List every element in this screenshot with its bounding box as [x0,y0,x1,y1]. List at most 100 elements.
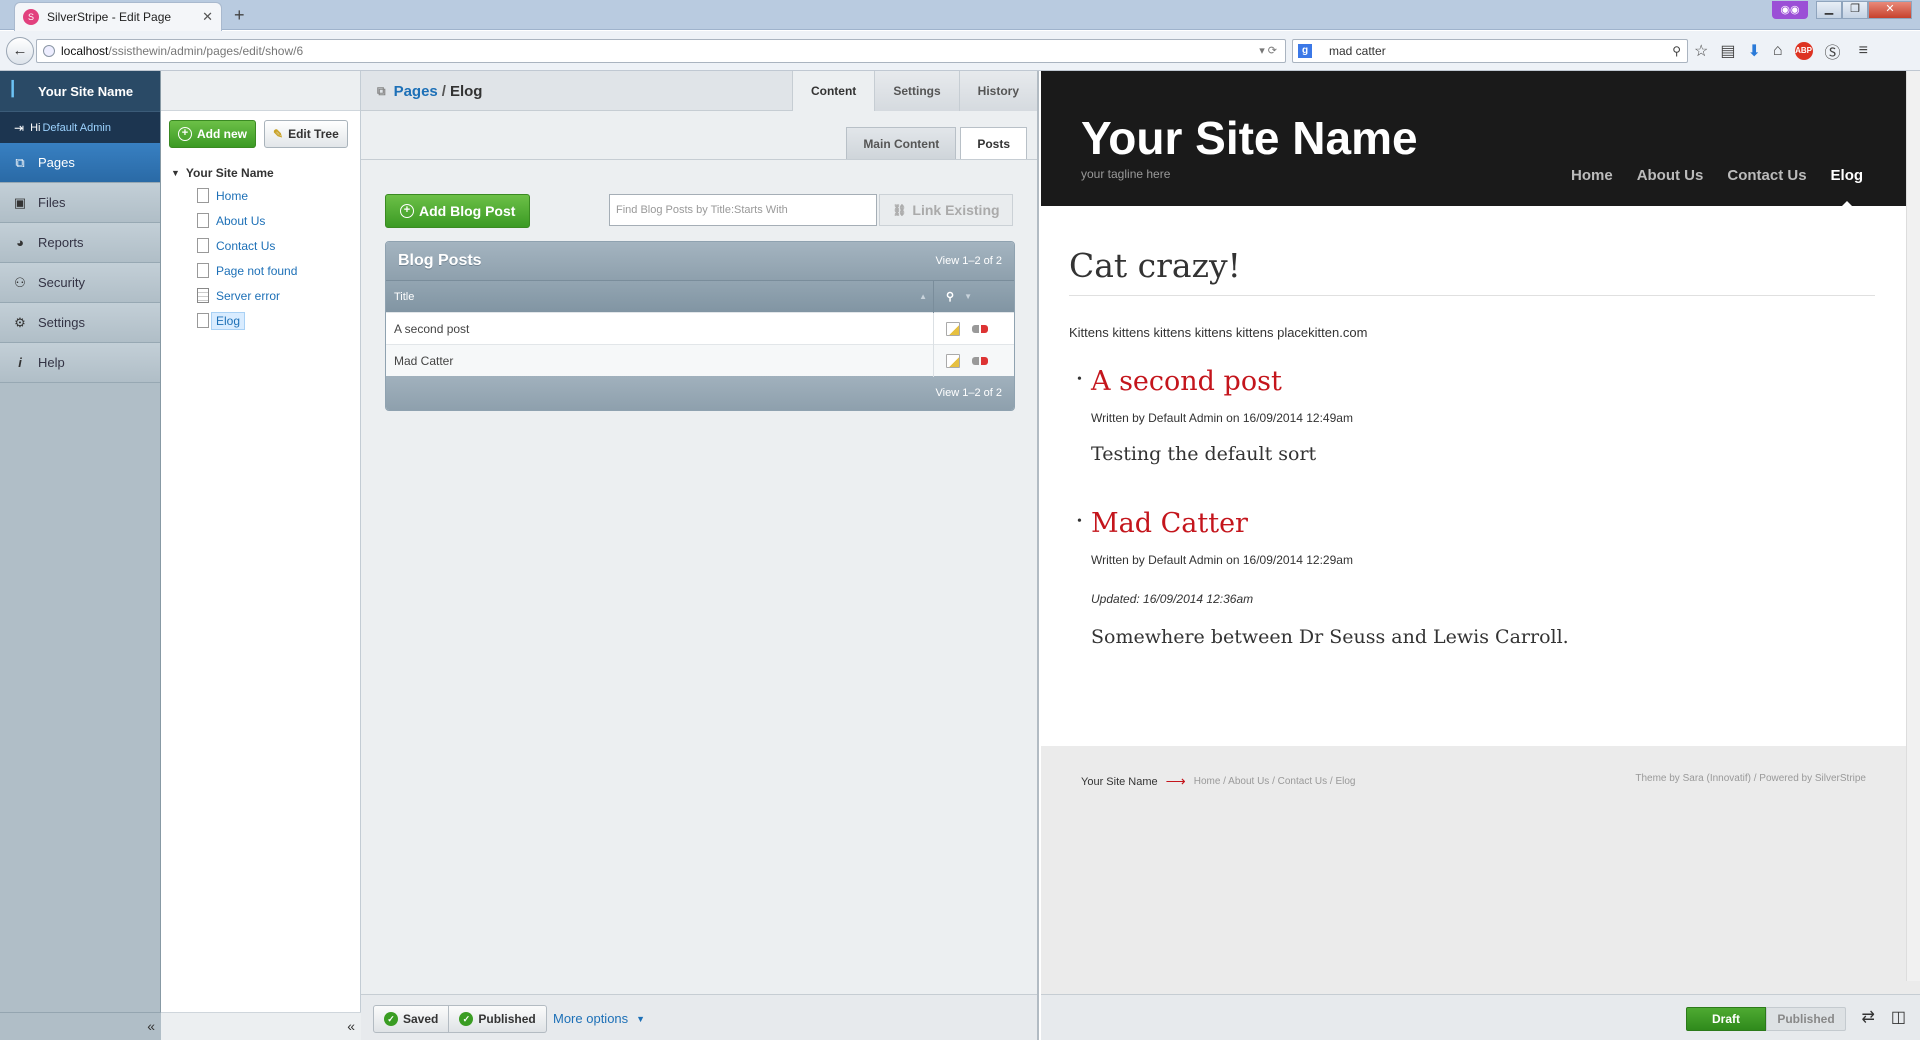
adblock-icon[interactable]: ABP [1794,42,1813,60]
tree-node-contact-us[interactable]: Contact Us [161,233,360,258]
reload-icon[interactable]: ▾ ⟳ [1259,40,1277,62]
published-mode-button[interactable]: Published [1766,1007,1846,1031]
edit-icon[interactable] [946,353,960,368]
expand-icon[interactable]: ▼ [171,168,180,178]
filter-caret-icon[interactable]: ▼ [964,292,972,301]
browser-tab[interactable]: S SilverStripe - Edit Page ✕ [14,2,222,31]
minimize-button[interactable]: ▁ [1816,1,1842,19]
menu-item-label: Help [38,355,65,370]
entry-title-link[interactable]: Mad Catter [1091,508,1569,539]
footer-site-name[interactable]: Your Site Name [1081,776,1158,788]
tree-node-server-error[interactable]: Server error [161,283,360,308]
home-icon[interactable]: ⌂ [1773,42,1783,60]
add-new-button[interactable]: + Add new [169,120,256,148]
user-profile-link[interactable]: Default Admin [42,122,110,134]
published-label: Published [478,1012,536,1026]
silverstripe-favicon-icon: S [23,9,39,25]
tab-settings[interactable]: Settings [874,71,959,111]
addon-icon[interactable]: Ⓢ [1825,39,1841,63]
preview-site-name[interactable]: Your Site Name [1081,111,1418,165]
footer-credit: Theme by Sara (Innovatif) / Powered by S… [1635,773,1866,784]
close-tab-icon[interactable]: ✕ [202,9,213,25]
filter-toggle[interactable]: ⚲ ▼ [934,290,1014,303]
more-options-dropdown[interactable]: More options ▼ [553,1011,645,1026]
bullet: • [1077,372,1082,387]
row-title[interactable]: Mad Catter [386,344,934,377]
menu-collapse-toggle[interactable]: « [0,1012,161,1040]
row-title[interactable]: A second post [386,312,934,345]
search-icon[interactable]: ⚲ [946,290,954,303]
add-blog-post-button[interactable]: + Add Blog Post [385,194,531,228]
preview-scrollbar[interactable] [1906,71,1920,981]
edit-header: ⧉ Pages / Elog Content Settings History [361,71,1037,111]
sitemap-icon: ⧉ [377,84,386,98]
tree-root[interactable]: ▼ Your Site Name [161,163,360,183]
tree-node-elog[interactable]: Elog [161,308,360,333]
page-icon [197,263,209,278]
unlink-icon[interactable] [972,356,988,365]
split-view-icon[interactable]: ◫ [1891,1007,1906,1027]
tree-node-about-us[interactable]: About Us [161,208,360,233]
published-button[interactable]: ✓ Published [449,1005,547,1033]
entry-summary: Somewhere between Dr Seuss and Lewis Car… [1091,626,1569,648]
site-identity-icon[interactable] [43,45,55,57]
download-icon[interactable]: ⬇ [1747,41,1760,61]
search-icon[interactable]: ⚲ [1672,40,1681,62]
footer-crumbs[interactable]: Home / About Us / Contact Us / Elog [1194,776,1356,787]
new-tab-button[interactable]: + [234,5,245,26]
nav-home[interactable]: Home [1571,167,1613,184]
edit-icon[interactable] [946,321,960,336]
entry-title-link[interactable]: A second post [1091,366,1353,397]
search-input[interactable]: g mad catter ⚲ [1292,39,1688,63]
image-icon: ▣ [13,194,27,210]
table-row[interactable]: Mad Catter [386,344,1014,377]
logout-icon[interactable]: ⇥ [14,121,24,135]
menu-item-pages[interactable]: ⧉ Pages [0,143,160,183]
tab-title: SilverStripe - Edit Page [47,10,172,24]
reading-list-icon[interactable]: ▤ [1720,41,1735,61]
menu-item-help[interactable]: i Help [0,343,160,383]
tab-history[interactable]: History [958,71,1037,111]
sort-icon[interactable]: ▲ [919,281,927,313]
swap-icon[interactable]: ⇄ [1861,1007,1874,1027]
menu-icon[interactable]: ≡ [1859,42,1868,60]
find-blog-posts-input[interactable]: Find Blog Posts by Title:Starts With [609,194,877,226]
grid-title-bar: Blog Posts View 1–2 of 2 [386,242,1014,280]
tree-node-home[interactable]: Home [161,183,360,208]
preview-tagline: your tagline here [1081,167,1171,181]
restore-button[interactable]: ❐ [1842,1,1868,19]
blog-posts-grid: Blog Posts View 1–2 of 2 Title ▲ ⚲ ▼ A s… [385,241,1015,411]
saved-button[interactable]: ✓ Saved [373,1005,450,1033]
subtab-main-content[interactable]: Main Content [846,127,957,159]
unlink-icon[interactable] [972,324,988,333]
tab-content[interactable]: Content [791,71,875,111]
google-icon[interactable]: g [1298,44,1312,58]
menu-header[interactable]: ꟾ Your Site Name [0,71,160,111]
nav-about-us[interactable]: About Us [1637,167,1704,184]
menu-item-security[interactable]: ⚇ Security [0,263,160,303]
tree-collapse-toggle[interactable]: « [161,1012,361,1040]
sitemap-icon: ⧉ [15,154,25,170]
table-row[interactable]: A second post [386,312,1014,345]
bookmark-star-icon[interactable]: ☆ [1694,41,1708,61]
blog-entry: • Mad Catter Written by Default Admin on… [1077,508,1569,648]
url-bar[interactable]: localhost/ssisthewin/admin/pages/edit/sh… [36,39,1286,63]
menu-item-files[interactable]: ▣ Files [0,183,160,223]
back-button[interactable]: ← [6,37,34,65]
nav-contact-us[interactable]: Contact Us [1727,167,1806,184]
menu-item-settings[interactable]: ⚙ Settings [0,303,160,343]
edit-tree-button[interactable]: ✎ Edit Tree [264,120,348,148]
saved-label: Saved [403,1012,439,1026]
edit-tree-label: Edit Tree [288,127,339,141]
menu-item-reports[interactable]: ◕ Reports [0,223,160,263]
title-column-header[interactable]: Title ▲ [386,280,934,313]
draft-mode-button[interactable]: Draft [1686,1007,1766,1031]
close-window-button[interactable]: ✕ [1868,1,1912,19]
nav-elog[interactable]: Elog [1831,167,1863,208]
link-existing-label: Link Existing [912,202,1000,218]
subtab-posts[interactable]: Posts [960,127,1027,159]
tree-node-page-not-found[interactable]: Page not found [161,258,360,283]
link-existing-button[interactable]: ⛓ Link Existing [879,194,1013,226]
breadcrumb-pages-link[interactable]: Pages [394,83,438,100]
preview-tools: ⇄ ◫ [1861,1007,1906,1027]
